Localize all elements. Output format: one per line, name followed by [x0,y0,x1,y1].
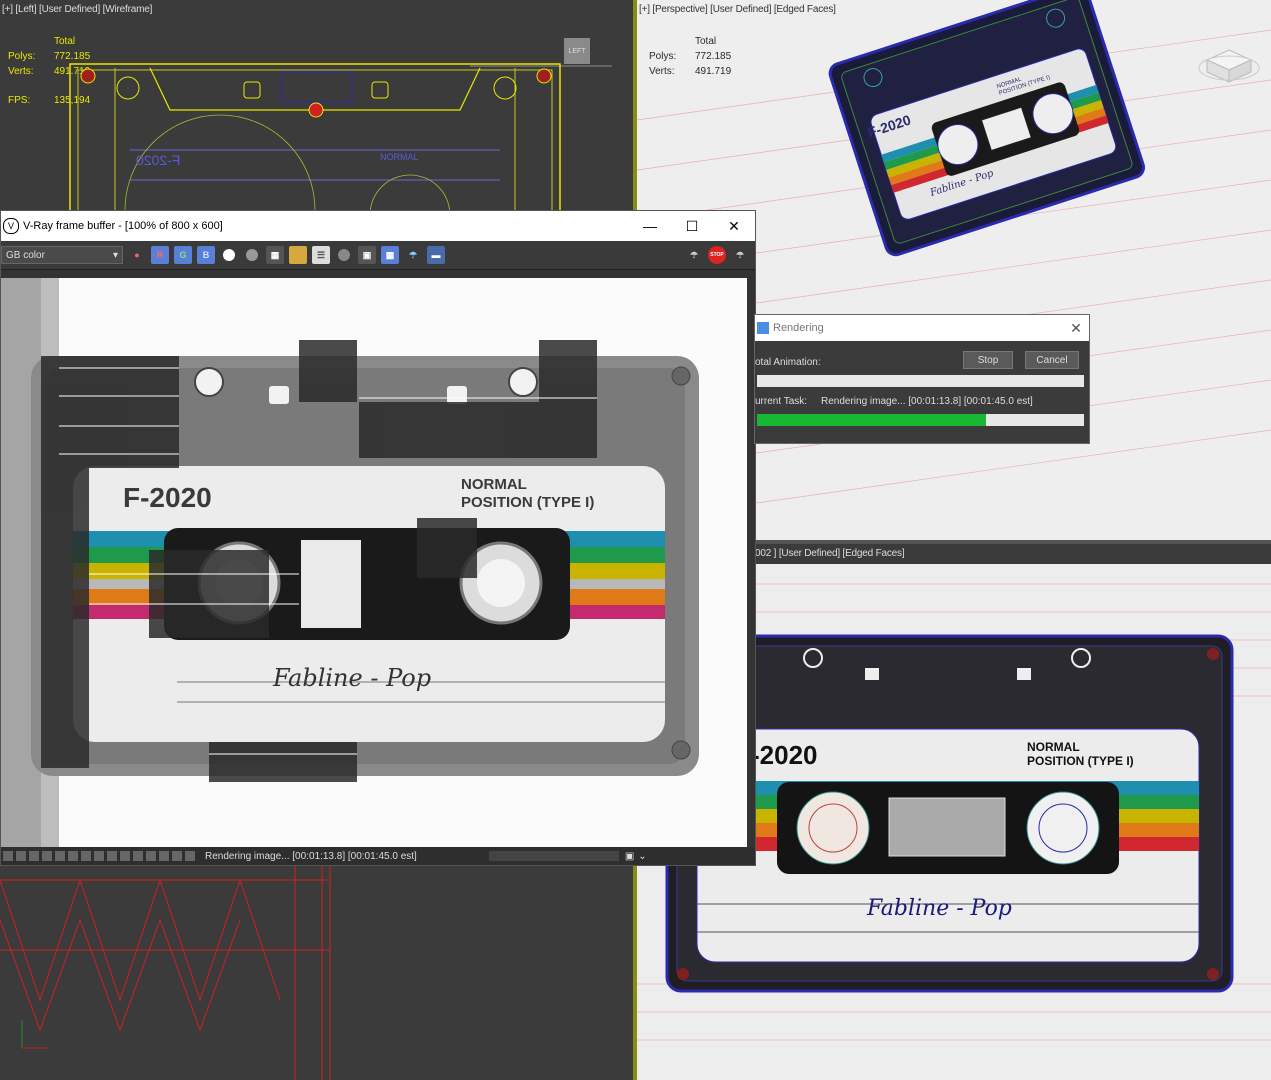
rendering-dialog-title: Rendering [773,322,824,334]
exposure-icon[interactable] [146,851,156,861]
close-button[interactable]: ✕ [713,218,755,235]
settings-icon[interactable] [81,851,91,861]
hue-icon[interactable] [172,851,182,861]
histogram-icon[interactable] [120,851,130,861]
teapot-icon[interactable]: ☂ [685,246,703,264]
vfb-status-progress [488,851,619,861]
lut-icon[interactable] [94,851,104,861]
stop-button[interactable]: Stop [963,351,1013,369]
current-task-progress [757,414,1084,426]
wireframe-type-text-left: NORMAL [380,152,419,162]
render-icon [757,322,769,334]
cassette-cam-type: NORMAL POSITION (TYPE I) [1027,740,1134,768]
color-corrections-icon[interactable] [29,851,39,861]
wireframe-cassette-left [69,63,612,210]
rendering-progress-dialog[interactable]: Rendering ✕ otal Animation: Stop Cancel … [754,314,1090,444]
cassette-cam-type-line2: POSITION (TYPE I) [1027,754,1134,768]
render-teapot-icon[interactable]: ☂ [731,246,749,264]
minimize-button[interactable]: — [629,218,671,234]
render-type-text: NORMAL POSITION (TYPE I) [461,476,594,512]
stereo-icon[interactable] [42,851,52,861]
compare-icon[interactable] [55,851,65,861]
cassette-cam-type-line1: NORMAL [1027,740,1080,754]
link-icon[interactable]: ▬ [427,246,445,264]
cancel-button[interactable]: Cancel [1025,351,1079,369]
srgb-icon[interactable] [185,851,195,861]
viewport-bottom-left[interactable] [0,860,637,1080]
vfb-statusbar: Rendering image... [00:01:13.8] [00:01:4… [1,847,755,865]
open-folder-icon[interactable] [289,246,307,264]
cassette-cam-signature: Fabline - Pop [867,896,1012,921]
history-icon[interactable] [3,851,13,861]
pixel-info-icon[interactable] [68,851,78,861]
save-icon[interactable]: ▦ [266,246,284,264]
chevron-down-icon: ▾ [112,249,118,261]
wireframe-model-text-left: F-2020 [136,152,181,168]
render-model-text: F-2020 [123,482,212,513]
current-task-progress-fill [757,414,986,426]
red-wireframe-bottom [0,860,331,1080]
duplicate-icon[interactable]: ▣ [358,246,376,264]
clear-icon[interactable] [335,246,353,264]
chevron-down-icon[interactable]: ⌄ [638,851,646,862]
viewcube-persp [1198,49,1260,83]
channel-select-value: GB color [6,249,45,261]
vray-frame-buffer-window[interactable]: V V-Ray frame buffer - [100% of 800 x 60… [0,210,756,866]
total-animation-label: otal Animation: [755,357,821,368]
current-task-label: urrent Task: [755,396,808,407]
region-icon[interactable]: ▦ [381,246,399,264]
cassette-cam-model: -2020 [751,740,818,770]
white-balance-icon[interactable] [159,851,169,861]
maximize-button[interactable]: ☐ [671,218,713,235]
channel-select[interactable]: GB color ▾ [1,246,123,264]
render-signature: Fabline - Pop [273,664,432,692]
vfb-render-canvas[interactable]: F-2020 NORMAL POSITION (TYPE I) Fabline … [1,278,747,848]
close-icon[interactable]: ✕ [1063,320,1089,337]
render-image [1,278,699,848]
mono-gray-icon[interactable] [243,246,261,264]
blue-channel-button[interactable]: B [197,246,215,264]
render-type-line1: NORMAL [461,476,527,493]
color-balls-icon[interactable]: ● [128,246,146,264]
stop-render-icon[interactable]: STOP [708,246,726,264]
vfb-toolbar: GB color ▾ ● R G B ▦ ☰ ▣ ▦ ☂ ▬ ☂ STOP ☂ [1,241,755,270]
vfb-title: V-Ray frame buffer - [100% of 800 x 600] [23,220,223,232]
vray-logo-icon: V [3,218,19,234]
total-animation-progress [757,375,1084,387]
vfb-titlebar[interactable]: V V-Ray frame buffer - [100% of 800 x 60… [1,211,755,241]
wireframe-type-line1: NORMAL [380,152,419,162]
statusbar-icons [1,851,195,861]
alpha-white-icon[interactable] [220,246,238,264]
lens-effects-icon[interactable] [16,851,26,861]
current-task-text: Rendering image... [00:01:13.8] [00:01:4… [821,396,1033,407]
red-channel-button[interactable]: R [151,246,169,264]
render-type-line2: POSITION (TYPE I) [461,494,595,511]
rendering-dialog-titlebar[interactable]: Rendering ✕ [755,315,1089,341]
vfb-status-text: Rendering image... [00:01:13.8] [00:01:4… [205,850,417,862]
green-channel-button[interactable]: G [174,246,192,264]
clipboard-icon[interactable]: ☰ [312,246,330,264]
levels-icon[interactable] [133,851,143,861]
curve-icon[interactable] [107,851,117,861]
expand-icon[interactable]: ▣ [625,851,634,862]
teapot-render-icon[interactable]: ☂ [404,246,422,264]
